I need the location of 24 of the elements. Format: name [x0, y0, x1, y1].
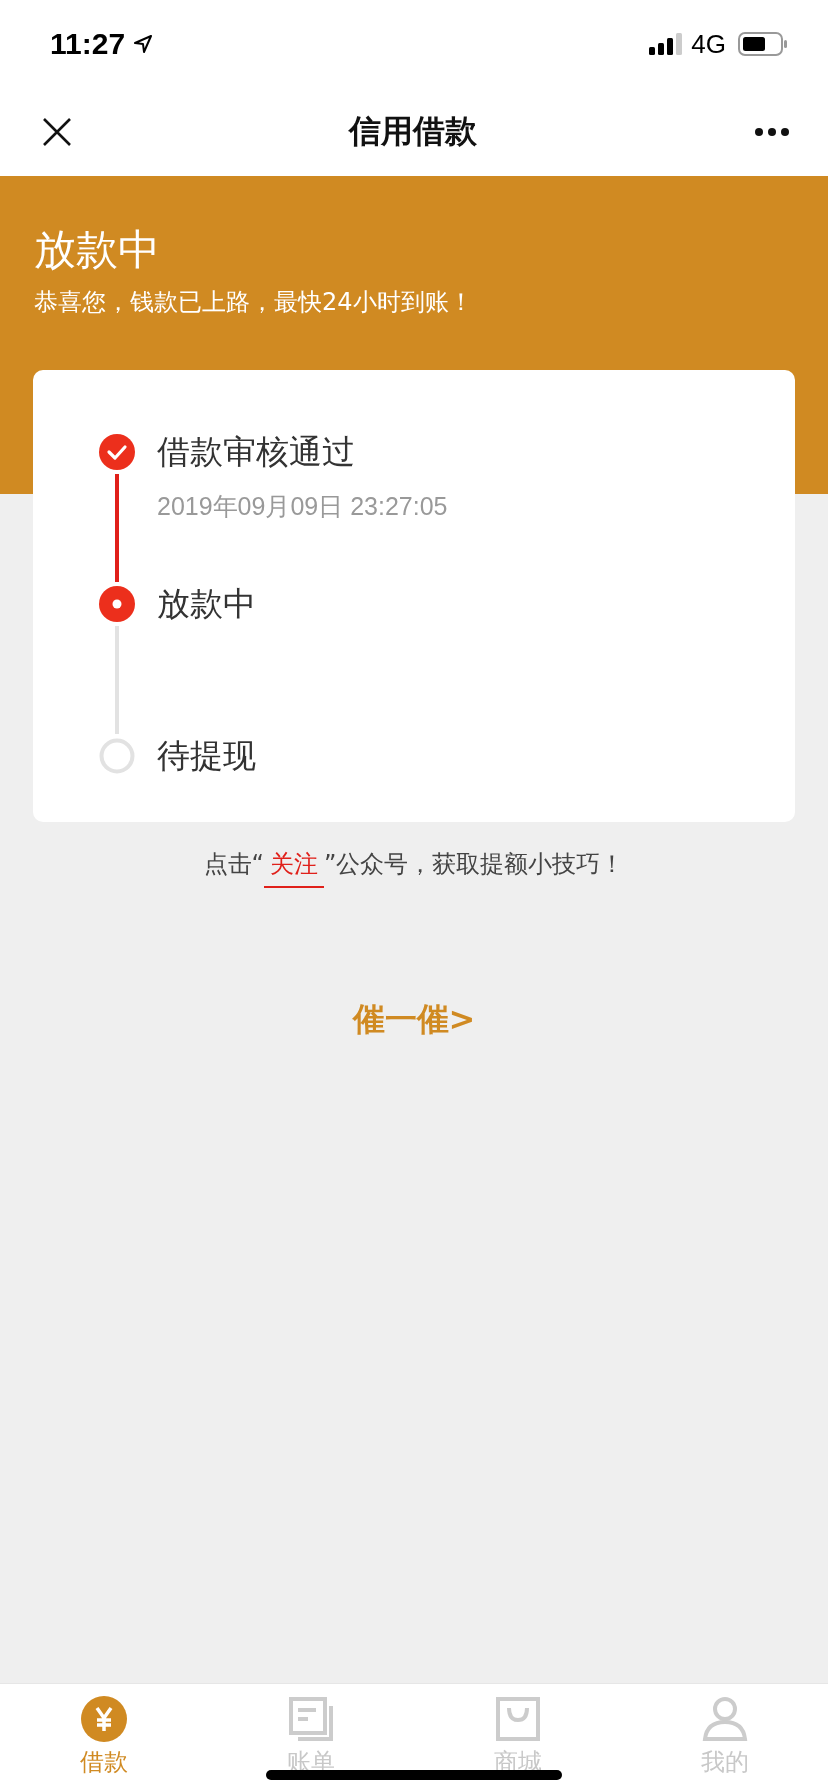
network-label: 4G: [691, 28, 726, 60]
location-arrow-icon: [133, 34, 154, 54]
urge-link[interactable]: 催一催>: [352, 998, 476, 1042]
pending-step-icon: [99, 738, 135, 774]
close-icon[interactable]: [42, 117, 72, 147]
status-heading: 放款中: [34, 224, 161, 276]
check-icon: [99, 434, 135, 470]
more-icon[interactable]: [754, 127, 790, 137]
signal-icon: [649, 33, 684, 55]
status-time: 11:27: [50, 27, 126, 61]
battery-icon: [738, 32, 788, 56]
step-label: 放款中: [157, 586, 256, 622]
bag-icon: [494, 1696, 541, 1742]
current-step-icon: [99, 586, 135, 622]
tab-item[interactable]: 借款: [0, 1684, 207, 1792]
person-icon: [701, 1696, 748, 1742]
step-label: 待提现: [157, 738, 256, 774]
follow-link[interactable]: 关注: [264, 850, 324, 888]
page-title: 信用借款: [349, 111, 477, 152]
status-message: 恭喜您，钱款已上路，最快24小时到账！: [34, 287, 474, 318]
yen-icon: [80, 1696, 127, 1742]
step-time: 2019年09月09日 23:27:05: [157, 491, 448, 522]
step-label: 借款审核通过: [157, 434, 356, 470]
document-icon: [287, 1696, 334, 1742]
